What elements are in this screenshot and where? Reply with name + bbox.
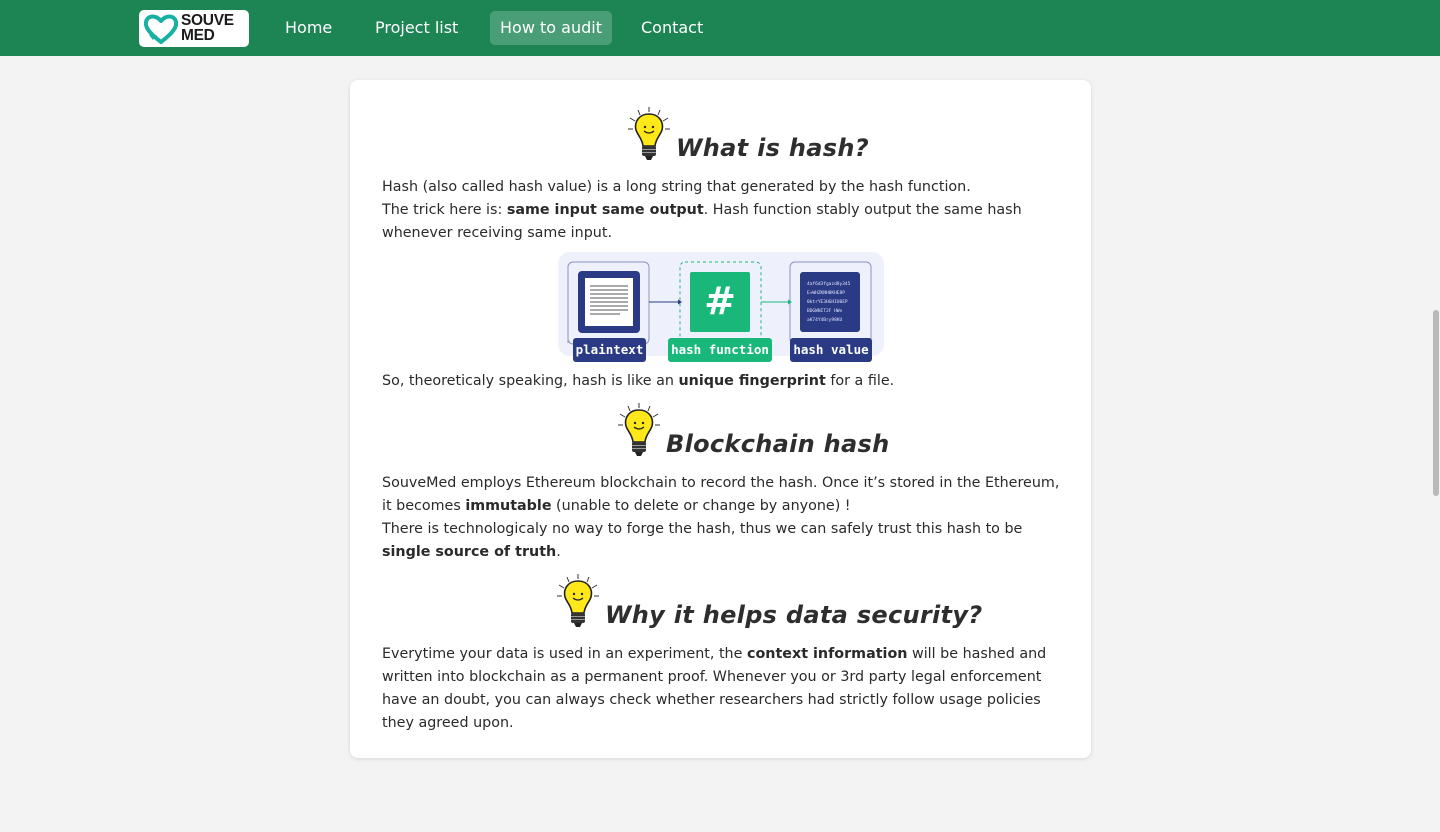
- lightbulb-icon: [557, 574, 599, 627]
- logo-wordmark: SOUVE MED: [181, 12, 234, 44]
- blockchain-paragraph: SouveMed employs Ethereum blockchain to …: [382, 472, 1062, 564]
- hash-symbol: #: [704, 279, 736, 323]
- lightbulb-icon: [618, 403, 660, 456]
- label-plaintext: plaintext: [573, 338, 646, 362]
- heart-arrow-logo-icon: [143, 14, 179, 44]
- nav-contact[interactable]: Contact: [631, 11, 713, 45]
- label-hash-value: hash value: [790, 338, 872, 362]
- blockchain-immutable-text: SouveMed employs Ethereum blockchain to …: [382, 475, 1060, 514]
- nav-home[interactable]: Home: [275, 11, 342, 45]
- heading-blockchain-hash: Blockchain hash: [616, 402, 890, 460]
- section-title: Blockchain hash: [666, 430, 890, 458]
- hash-definition-text: Hash (also called hash value) is a long …: [382, 179, 971, 195]
- page-scrollbar[interactable]: [1432, 56, 1440, 832]
- souvemed-logo[interactable]: SOUVE MED: [139, 10, 249, 47]
- top-navbar: SOUVE MED Home Project list How to audit…: [0, 0, 1440, 56]
- section-title: Why it helps data security?: [605, 601, 983, 629]
- heading-data-security: Why it helps data security?: [555, 573, 983, 631]
- hash-diagram: # 4af6d3fgazd8y345 E+WHZKNH8KHE8P 0ktrYE…: [558, 252, 884, 362]
- svg-text:E+WHZKNH8KHE8P: E+WHZKNH8KHE8P: [807, 290, 845, 296]
- blockchain-truth-text: There is technologicaly no way to forge …: [382, 521, 1023, 560]
- nav-project-list[interactable]: Project list: [365, 11, 468, 45]
- fingerprint-paragraph: So, theoreticaly speaking, hash is like …: [382, 373, 895, 389]
- section-title: What is hash?: [676, 134, 869, 162]
- hash-paragraph: Hash (also called hash value) is a long …: [382, 176, 1062, 245]
- heading-what-is-hash: What is hash?: [626, 106, 869, 164]
- svg-text:aK74Y4Bry98KU: aK74Y4Bry98KU: [807, 317, 843, 323]
- lightbulb-icon: [628, 107, 670, 160]
- content-card: What is hash? Hash (also called hash val…: [350, 80, 1091, 758]
- label-hash-function: hash function: [668, 338, 772, 362]
- svg-text:BDGWNIT2F HWe: BDGWNIT2F HWe: [807, 308, 843, 314]
- svg-text:4af6d3fgazd8y345: 4af6d3fgazd8y345: [807, 281, 851, 287]
- svg-text:0ktrYE3HGHIU0EP: 0ktrYE3HGHIU0EP: [807, 299, 848, 305]
- scrollbar-thumb[interactable]: [1433, 310, 1439, 496]
- nav-how-to-audit[interactable]: How to audit: [490, 11, 612, 45]
- security-paragraph: Everytime your data is used in an experi…: [382, 646, 1047, 731]
- hash-trick-text: The trick here is: same input same outpu…: [382, 202, 1022, 241]
